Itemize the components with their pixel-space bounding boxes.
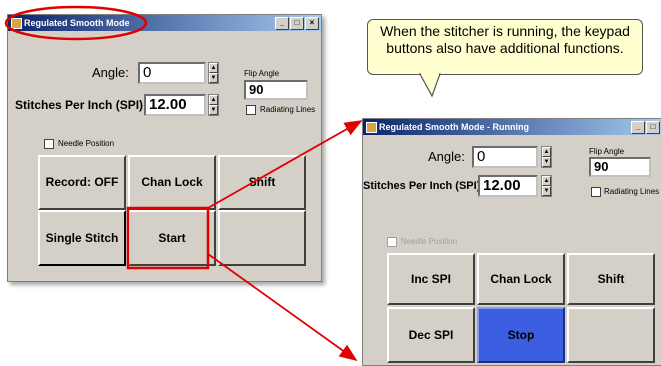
angle-spinner[interactable]: ▲ ▼ bbox=[208, 62, 219, 84]
window-title: Regulated Smooth Mode - Running bbox=[379, 122, 529, 132]
spin-down-icon[interactable]: ▼ bbox=[209, 105, 218, 115]
chan-lock-button[interactable]: Chan Lock bbox=[128, 155, 216, 210]
spin-up-icon[interactable]: ▲ bbox=[209, 63, 218, 73]
needle-position-label: Needle Position bbox=[58, 139, 115, 148]
spin-down-icon[interactable]: ▼ bbox=[209, 73, 218, 83]
spi-spinner[interactable]: ▲ ▼ bbox=[208, 94, 219, 116]
spi-spinner[interactable]: ▲ ▼ bbox=[541, 175, 552, 197]
flip-angle-label: Flip Angle bbox=[589, 147, 625, 156]
spin-down-icon[interactable]: ▼ bbox=[542, 157, 551, 167]
regulated-smooth-mode-running-window: Regulated Smooth Mode - Running _ □ Angl… bbox=[362, 118, 661, 366]
title-bar[interactable]: Regulated Smooth Mode _ □ × bbox=[8, 15, 321, 31]
spin-up-icon[interactable]: ▲ bbox=[542, 147, 551, 157]
spin-up-icon[interactable]: ▲ bbox=[542, 176, 551, 186]
callout-bubble: When the stitcher is running, the keypad… bbox=[367, 19, 643, 75]
needle-position-checkbox bbox=[387, 237, 397, 247]
close-button[interactable]: × bbox=[305, 17, 319, 30]
needle-position-label: Needle Position bbox=[401, 237, 458, 246]
needle-position-checkbox[interactable] bbox=[44, 139, 54, 149]
shift-button[interactable]: Shift bbox=[567, 253, 655, 305]
dec-spi-button[interactable]: Dec SPI bbox=[387, 307, 475, 363]
regulated-smooth-mode-window: Regulated Smooth Mode _ □ × Angle: 0 ▲ ▼… bbox=[7, 14, 322, 282]
radiating-lines-label: Radiating Lines bbox=[260, 105, 316, 114]
spi-input[interactable]: 12.00 bbox=[144, 94, 206, 116]
radiating-lines-label: Radiating Lines bbox=[604, 187, 660, 196]
maximize-button[interactable]: □ bbox=[290, 17, 304, 30]
angle-spinner[interactable]: ▲ ▼ bbox=[541, 146, 552, 168]
angle-label: Angle: bbox=[428, 149, 465, 164]
minimize-button[interactable]: _ bbox=[275, 17, 289, 30]
flip-angle-label: Flip Angle bbox=[244, 69, 280, 78]
spi-input[interactable]: 12.00 bbox=[478, 175, 538, 197]
chan-lock-button[interactable]: Chan Lock bbox=[477, 253, 565, 305]
record-button[interactable]: Record: OFF bbox=[38, 155, 126, 210]
radiating-lines-checkbox[interactable] bbox=[591, 187, 601, 197]
spi-label: Stitches Per Inch (SPI) bbox=[363, 180, 481, 192]
blank-keypad-button[interactable] bbox=[567, 307, 655, 363]
window-controls: _ □ bbox=[631, 121, 660, 134]
spin-down-icon[interactable]: ▼ bbox=[542, 186, 551, 196]
single-stitch-button[interactable]: Single Stitch bbox=[38, 210, 126, 266]
angle-input[interactable]: 0 bbox=[138, 62, 206, 84]
maximize-button[interactable]: □ bbox=[646, 121, 660, 134]
flip-angle-input[interactable]: 90 bbox=[244, 80, 308, 100]
spin-up-icon[interactable]: ▲ bbox=[209, 95, 218, 105]
stop-button[interactable]: Stop bbox=[477, 307, 565, 363]
radiating-lines-checkbox[interactable] bbox=[246, 105, 256, 115]
start-button[interactable]: Start bbox=[128, 210, 216, 266]
spi-label: Stitches Per Inch (SPI) bbox=[15, 98, 144, 112]
minimize-button[interactable]: _ bbox=[631, 121, 645, 134]
app-icon bbox=[11, 18, 22, 29]
callout-pointer bbox=[418, 73, 441, 98]
blank-keypad-button[interactable] bbox=[218, 210, 306, 266]
window-title: Regulated Smooth Mode bbox=[24, 18, 130, 28]
window-controls: _ □ × bbox=[275, 17, 319, 30]
app-icon bbox=[366, 122, 377, 133]
shift-button[interactable]: Shift bbox=[218, 155, 306, 210]
angle-input[interactable]: 0 bbox=[472, 146, 538, 168]
inc-spi-button[interactable]: Inc SPI bbox=[387, 253, 475, 305]
title-bar[interactable]: Regulated Smooth Mode - Running _ □ bbox=[363, 119, 661, 135]
flip-angle-input[interactable]: 90 bbox=[589, 157, 651, 177]
angle-label: Angle: bbox=[92, 65, 129, 80]
